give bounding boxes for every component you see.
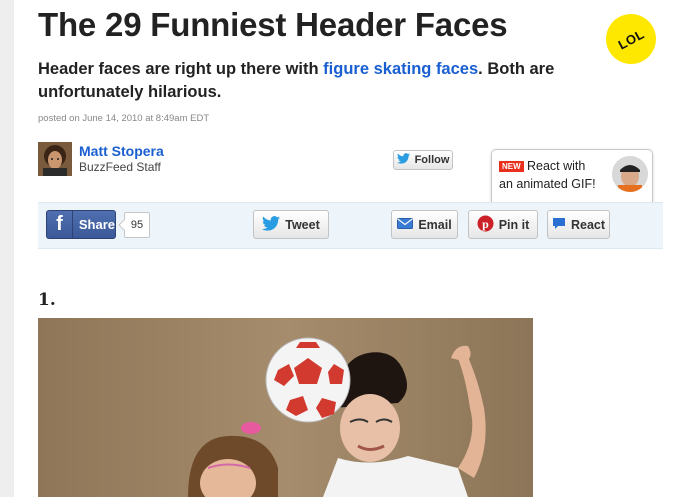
figure-skating-faces-link[interactable]: figure skating faces <box>323 60 478 78</box>
pinterest-icon: p <box>477 215 494 235</box>
facebook-share-label: Share <box>78 217 115 232</box>
left-sidebar-strip <box>0 0 14 497</box>
subtitle-text: Header faces are right up there with <box>38 60 324 78</box>
svg-text:p: p <box>482 217 489 231</box>
author-name-link[interactable]: Matt Stopera <box>79 143 164 159</box>
react-avatar <box>612 156 648 192</box>
article-subtitle: Header faces are right up there with fig… <box>38 58 578 104</box>
posted-date: posted on June 14, 2010 at 8:49am EDT <box>38 113 210 124</box>
header-face-photo <box>38 318 533 497</box>
react-popup-line2: an animated GIF! <box>499 177 596 191</box>
email-button[interactable]: Email <box>391 210 458 239</box>
react-popup-line1: React with <box>527 159 586 173</box>
twitter-follow-button[interactable]: Follow <box>393 150 453 170</box>
share-count-value: 95 <box>130 219 144 231</box>
facebook-share-button[interactable]: f Share <box>46 210 116 239</box>
page-title: The 29 Funniest Header Faces <box>38 6 508 43</box>
pin-it-button[interactable]: p Pin it <box>468 210 538 239</box>
follow-label: Follow <box>414 154 450 166</box>
envelope-icon <box>397 217 414 232</box>
email-label: Email <box>418 217 452 232</box>
lol-badge[interactable]: LOL <box>597 5 665 73</box>
react-gif-popup[interactable]: NEW React with an animated GIF! <box>491 149 653 215</box>
author-role: BuzzFeed Staff <box>79 160 161 174</box>
tweet-label: Tweet <box>285 217 320 232</box>
pin-it-label: Pin it <box>498 217 530 232</box>
speech-bubble-icon <box>552 217 566 233</box>
new-badge: NEW <box>499 161 524 172</box>
tweet-button[interactable]: Tweet <box>253 210 329 239</box>
facebook-f-logo-icon: f <box>47 211 73 238</box>
author-avatar[interactable] <box>38 142 72 176</box>
twitter-bird-icon <box>262 215 281 234</box>
twitter-bird-icon <box>396 153 410 167</box>
facebook-share-count: 95 <box>118 212 150 238</box>
list-item-number: 1. <box>38 290 56 310</box>
react-button[interactable]: React <box>547 210 610 239</box>
react-label: React <box>570 217 606 232</box>
